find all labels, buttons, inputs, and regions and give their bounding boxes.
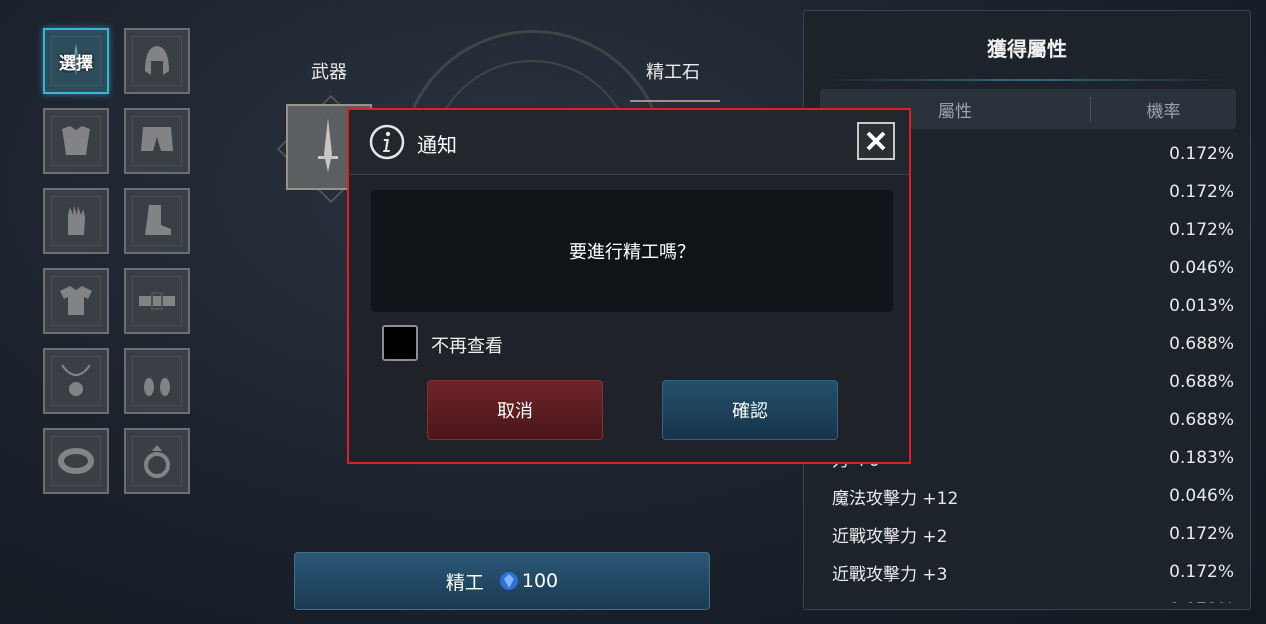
refine-button-label: 精工 (445, 571, 484, 594)
attribute-row: 近戰攻擊力 +4 0.172% (820, 591, 1244, 603)
attribute-rate: 0.172% (1169, 144, 1234, 164)
slot-necklace[interactable] (43, 348, 109, 414)
slot-earrings[interactable] (124, 348, 190, 414)
attribute-name: 近戰攻擊力 +2 (832, 526, 948, 547)
refine-cost-value: 100 (521, 570, 559, 592)
attribute-rate: 0.172% (1169, 524, 1234, 544)
attribute-rate: 0.688% (1169, 334, 1234, 354)
title-divider (824, 79, 1230, 81)
dont-show-again-checkbox[interactable] (382, 325, 418, 361)
dont-show-again-label: 不再查看 (431, 336, 503, 357)
attribute-name: 近戰攻擊力 +4 (832, 598, 947, 604)
slot-selected[interactable]: 選擇 (43, 28, 109, 94)
attribute-name: 近戰攻擊力 +3 (832, 564, 948, 585)
bracelet-icon (58, 448, 94, 474)
confirm-button[interactable]: 確認 (662, 380, 838, 440)
necklace-icon (61, 364, 91, 396)
attribute-rate: 0.172% (1169, 182, 1234, 202)
refine-button[interactable]: 精工 100 (294, 552, 710, 610)
refine-cost: 100 (498, 570, 558, 592)
weapon-label: 武器 (311, 62, 347, 83)
slot-helmet[interactable] (124, 28, 190, 94)
attribute-rate: 0.688% (1169, 410, 1234, 430)
cancel-button[interactable]: 取消 (427, 380, 603, 440)
select-label: 選擇 (59, 53, 93, 74)
attribute-rate: 0.688% (1169, 372, 1234, 392)
attribute-rate: 0.172% (1169, 600, 1234, 603)
slot-pants[interactable] (124, 108, 190, 174)
slot-shirt[interactable] (43, 268, 109, 334)
attribute-rate: 0.172% (1169, 220, 1234, 240)
attribute-rate: 0.013% (1169, 296, 1234, 316)
slot-gloves[interactable] (43, 188, 109, 254)
attribute-rate: 0.046% (1169, 258, 1234, 278)
attribute-row: 近戰攻擊力 +3 0.172% (820, 553, 1244, 591)
close-button[interactable] (857, 122, 895, 160)
slot-ring[interactable] (124, 428, 190, 494)
attribute-rate: 0.183% (1169, 448, 1234, 468)
shirt-icon (60, 286, 92, 315)
belt-icon (139, 292, 175, 310)
dialog-title: 通知 (417, 133, 457, 157)
earrings-icon (144, 378, 170, 396)
slot-armor[interactable] (43, 108, 109, 174)
col-rate: 機率 (1146, 101, 1181, 122)
gloves-icon (68, 206, 85, 235)
blue-gem-icon (499, 572, 518, 590)
attribute-row: 魔法攻擊力 +12 0.046% (820, 477, 1244, 515)
stone-label: 精工石 (646, 62, 700, 83)
attribute-row: 近戰攻擊力 +2 0.172% (820, 515, 1244, 553)
armor-icon (62, 126, 90, 155)
pants-icon (141, 127, 173, 151)
close-icon (866, 131, 886, 151)
slot-belt[interactable] (124, 268, 190, 334)
dialog-header: 通知 (349, 110, 909, 175)
info-icon (369, 124, 405, 160)
boots-icon (145, 205, 171, 235)
slot-bracelet[interactable] (43, 428, 109, 494)
attribute-rate: 0.172% (1169, 562, 1234, 582)
panel-title: 獲得屬性 (987, 37, 1067, 61)
sword-icon (70, 43, 82, 75)
slot-boots[interactable] (124, 188, 190, 254)
attribute-name: 魔法攻擊力 +12 (832, 488, 959, 509)
attribute-rate: 0.046% (1169, 486, 1234, 506)
helmet-icon (145, 46, 169, 75)
notice-dialog: 通知 要進行精工嗎？ 不再查看 取消 確認 (347, 108, 911, 464)
ring-icon (144, 445, 170, 478)
dialog-message: 要進行精工嗎？ (371, 190, 893, 312)
